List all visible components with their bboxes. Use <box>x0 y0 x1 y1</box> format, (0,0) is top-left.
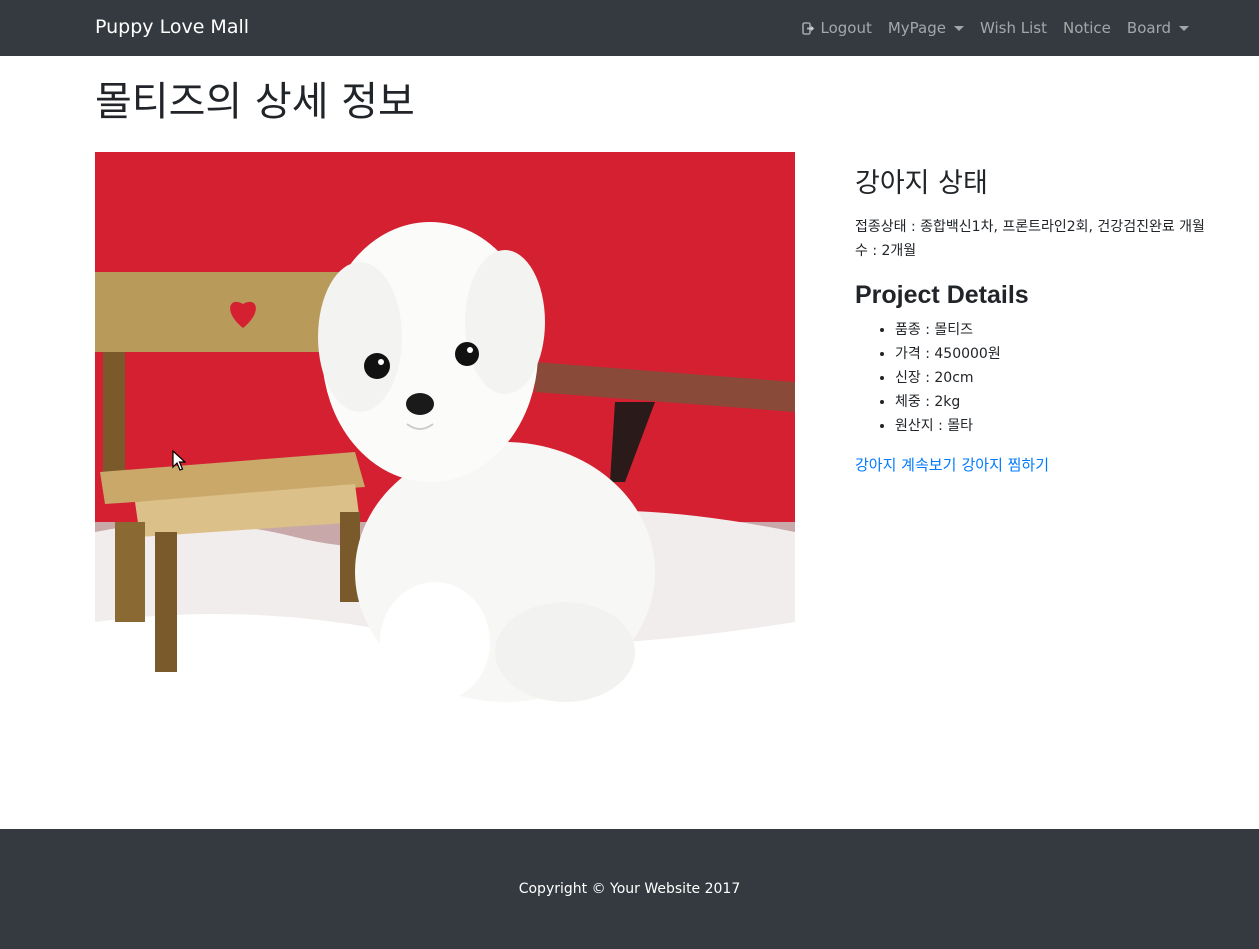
nav-board[interactable]: Board <box>1119 19 1197 37</box>
nav-logout[interactable]: Logout <box>794 19 879 37</box>
add-to-wishlist-link[interactable]: 강아지 찜하기 <box>961 456 1049 474</box>
list-item: 원산지 : 몰타 <box>895 414 1215 438</box>
nav-notice-label: Notice <box>1062 19 1111 37</box>
nav-menu: Logout MyPage Wish List Notice Board <box>794 0 1197 56</box>
status-heading: 강아지 상태 <box>855 168 988 199</box>
nav-logout-label: Logout <box>820 19 872 37</box>
nav-mypage-label: MyPage <box>887 19 946 37</box>
chevron-down-icon <box>1179 25 1189 31</box>
list-item: 가격 : 450000원 <box>895 342 1215 366</box>
puppy-photo <box>95 152 795 702</box>
page-title: 몰티즈의 상세 정보 <box>95 79 415 125</box>
status-text: 접종상태 : 종합백신1차, 프론트라인2회, 건강검진완료 개월수 : 2개월 <box>855 219 1205 260</box>
mouse-cursor-icon <box>172 450 186 471</box>
nav-notice[interactable]: Notice <box>1055 19 1119 37</box>
list-item: 체중 : 2kg <box>895 390 1215 414</box>
continue-browsing-link[interactable]: 강아지 계속보기 <box>855 456 956 474</box>
footer: Copyright © Your Website 2017 <box>0 829 1259 949</box>
details-list: 품종 : 몰티즈 가격 : 450000원 신장 : 20cm 체중 : 2kg… <box>855 318 1215 438</box>
list-item: 신장 : 20cm <box>895 366 1215 390</box>
chevron-down-icon <box>953 25 964 31</box>
details-heading: Project Details <box>855 281 1029 310</box>
puppy-image <box>95 152 795 702</box>
nav-wish-list[interactable]: Wish List <box>972 19 1055 37</box>
list-item: 품종 : 몰티즈 <box>895 318 1215 342</box>
brand-link[interactable]: Puppy Love Mall <box>95 16 249 38</box>
nav-wish-list-label: Wish List <box>979 19 1047 37</box>
logout-icon <box>802 21 815 35</box>
copyright-text: Copyright © Your Website 2017 <box>518 881 741 897</box>
navbar: Puppy Love Mall Logout MyPage Wish List … <box>0 0 1259 56</box>
puppy-info-panel: 강아지 상태 접종상태 : 종합백신1차, 프론트라인2회, 건강검진완료 개월… <box>855 166 1215 475</box>
action-links: 강아지 계속보기 강아지 찜하기 <box>855 454 1215 475</box>
nav-mypage[interactable]: MyPage <box>880 19 972 37</box>
nav-board-label: Board <box>1126 19 1171 37</box>
